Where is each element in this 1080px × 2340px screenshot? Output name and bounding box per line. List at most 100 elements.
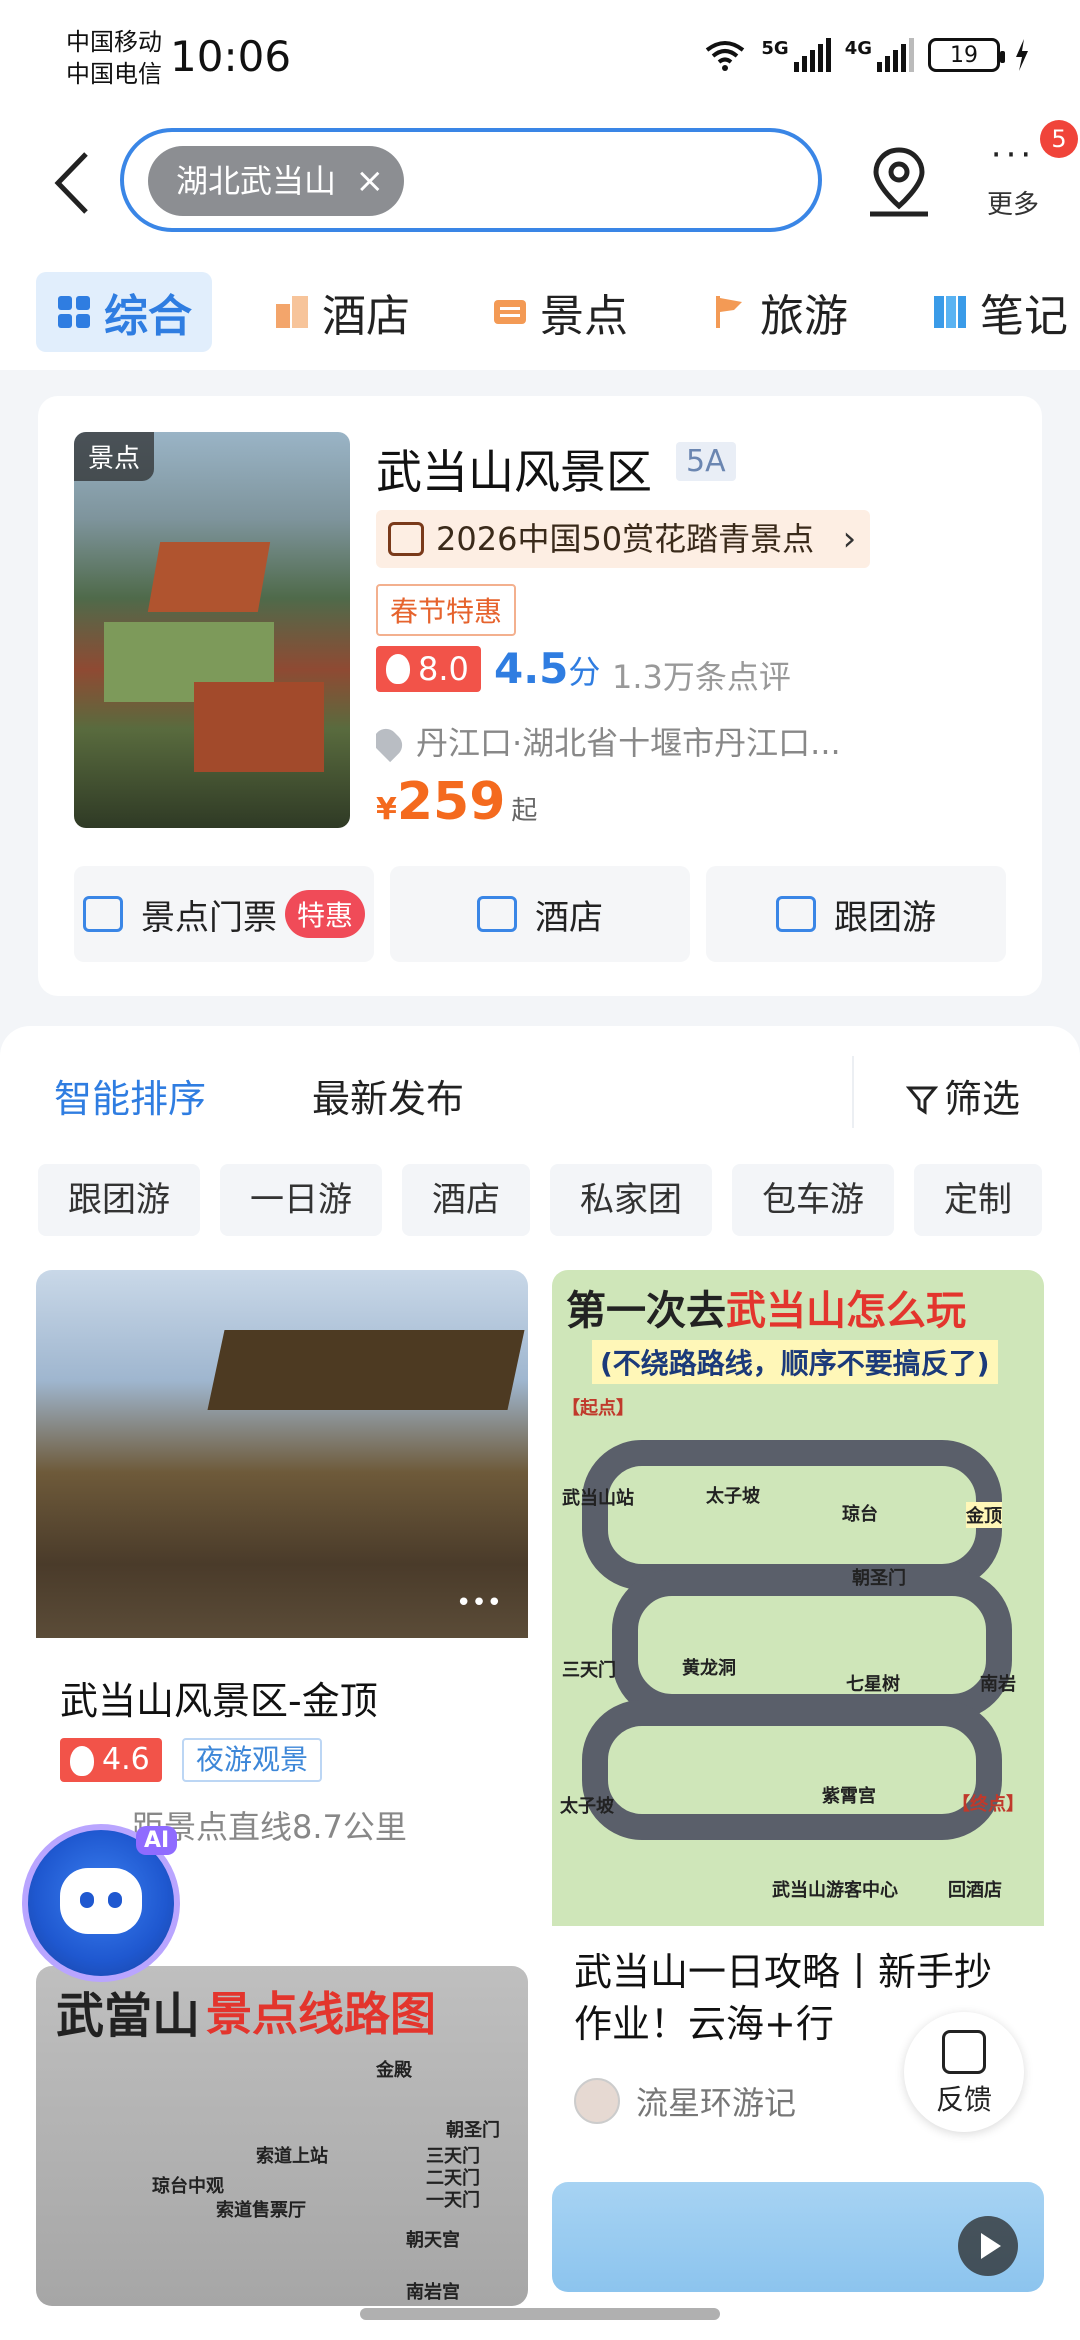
image-heading: 第一次去武当山怎么玩 [566,1278,966,1336]
post-card-video[interactable] [552,2182,1044,2292]
score-unit: 分 [568,653,601,691]
carrier-2: 中国电信 [66,60,162,88]
tab-notes-label: 笔记 [980,291,1068,342]
sort-smart[interactable]: 智能排序 [54,1068,206,1123]
map-label: 金殿 [376,2060,412,2081]
thumb-roof-3 [194,682,324,772]
price: ¥259 起 [376,772,537,832]
home-indicator[interactable] [360,2308,720,2320]
more-button[interactable]: ··· 更多 [978,138,1048,221]
robot-icon [60,1868,142,1934]
level-badge: 5A [676,442,736,481]
map-label: 索道售票厅 [216,2200,306,2221]
post-image-scenic-map[interactable]: 武當山 景点线路图 金殿 朝圣门 三天门 二天门 一天门 朝天宫 琼台中观 索道… [36,1966,528,2306]
filter-chips: 跟团游 一日游 酒店 私家团 包车游 定制 [38,1164,1042,1236]
special-badge: 特惠 [284,890,365,938]
post-card-route-map[interactable]: 武當山 景点线路图 金殿 朝圣门 三天门 二天门 一天门 朝天宫 琼台中观 索道… [36,1966,528,2306]
stop-label: 南岩 [980,1674,1016,1695]
hotel-label: 酒店 [535,897,603,938]
ticket-icon [82,896,123,932]
clock: 10:06 [170,32,292,81]
filter-label: 筛选 [944,1077,1021,1121]
chip-custom[interactable]: 定制 [914,1164,1042,1236]
stop-label: 回酒店 [948,1880,1002,1901]
address-text: 丹江口·湖北省十堰市丹江口... [416,724,841,762]
play-icon[interactable] [958,2216,1018,2276]
heat-badge: 8.0 [376,646,481,692]
notes-icon [934,296,966,328]
post-image[interactable]: ••• [36,1270,528,1638]
feedback-button[interactable]: 反馈 [904,2012,1024,2132]
image-heading-b: 景点线路图 [206,1987,436,2041]
stop-label: 琼台 [842,1504,878,1525]
more-label: 更多 [986,190,1039,220]
map-label: 索道上站 [256,2146,328,2167]
chip-charter[interactable]: 包车游 [732,1164,894,1236]
tab-hotel-label: 酒店 [322,291,410,342]
chip-group-tour[interactable]: 跟团游 [38,1164,200,1236]
road-segment [582,1700,1002,1840]
image-subheading: (不绕路路线，顺序不要搞反了) [592,1340,998,1384]
location-pin-icon[interactable] [864,144,934,220]
tab-attraction[interactable]: 景点 [492,272,628,352]
map-label: 一天门 [426,2190,480,2211]
award-banner[interactable]: 2026中国50赏花踏青景点 › [376,510,871,568]
charging-icon [1016,39,1028,71]
net-label-2: 4G [844,38,872,59]
start-label: 【起点】 [562,1398,634,1419]
signal-5g-icon: 5G [761,38,831,72]
image-heading-a: 第一次去 [566,1288,726,1334]
temple-roof [207,1330,525,1410]
search-query-chip[interactable]: 湖北武当山 × [148,146,405,216]
net-label-1: 5G [761,38,789,59]
stop-label: 三天门 [562,1660,616,1681]
review-count[interactable]: 1.3万条点评 [612,652,791,698]
tab-notes[interactable]: 笔记 [932,272,1068,352]
filter-button[interactable]: 筛选 [905,1068,1021,1123]
ticket-icon [494,300,526,324]
search-input[interactable]: 湖北武当山 × [120,128,822,232]
tab-overall-label: 综合 [104,291,192,342]
ticket-label: 景点门票 [140,897,277,938]
tab-travel[interactable]: 旅游 [712,272,848,352]
ticket-button[interactable]: 景点门票 特惠 [74,866,374,962]
group-tour-button[interactable]: 跟团游 [706,866,1006,962]
chip-private-tour[interactable]: 私家团 [550,1164,712,1236]
chip-hotel[interactable]: 酒店 [402,1164,530,1236]
road-segment [612,1570,1012,1720]
thumb-roof-1 [147,542,271,612]
hotel-outline-icon [477,896,517,932]
image-heading-b: 武当山怎么玩 [726,1288,966,1334]
stop-label: 武当山站 [562,1488,634,1509]
attraction-thumbnail[interactable]: 景点 [74,432,350,828]
author-name: 流星环游记 [636,2084,797,2122]
heat-value: 4.6 [102,1742,150,1777]
tab-hotel[interactable]: 酒店 [274,272,410,352]
promo-tag: 春节特惠 [376,584,517,636]
attraction-card[interactable]: 景点 武当山风景区 5A 2026中国50赏花踏青景点 › 春节特惠 8.0 4… [38,396,1042,996]
ai-assistant-button[interactable]: AI [22,1824,180,1982]
score-value: 4.5 [494,644,569,693]
address[interactable]: 丹江口·湖北省十堰市丹江口... [376,718,936,764]
search-query-text: 湖北武当山 [176,162,337,200]
map-label: 琼台中观 [152,2176,224,2197]
robot-eye [108,1892,122,1908]
tab-overall[interactable]: 综合 [36,272,212,352]
chip-day-trip[interactable]: 一日游 [220,1164,382,1236]
sort-latest[interactable]: 最新发布 [312,1068,464,1123]
post-image-route-map[interactable]: 第一次去武当山怎么玩 (不绕路路线，顺序不要搞反了) 【起点】 武当山站 太子坡… [552,1270,1044,1926]
rating-score: 4.5分 [494,644,600,693]
heat-value: 8.0 [418,650,469,688]
price-value: 259 [396,772,506,832]
clear-query-icon[interactable]: × [356,146,385,216]
tab-travel-label: 旅游 [760,291,848,342]
group-tour-label: 跟团游 [834,897,936,938]
filter-icon [905,1086,939,1115]
stop-label: 太子坡 [560,1796,614,1817]
author[interactable]: 流星环游记 [574,2078,796,2124]
more-dots-icon[interactable]: ••• [456,1588,502,1618]
stop-label: 七星树 [846,1674,900,1695]
back-arrow-icon[interactable] [46,148,98,218]
hotel-button[interactable]: 酒店 [390,866,690,962]
heat-badge: 4.6 [60,1738,162,1782]
